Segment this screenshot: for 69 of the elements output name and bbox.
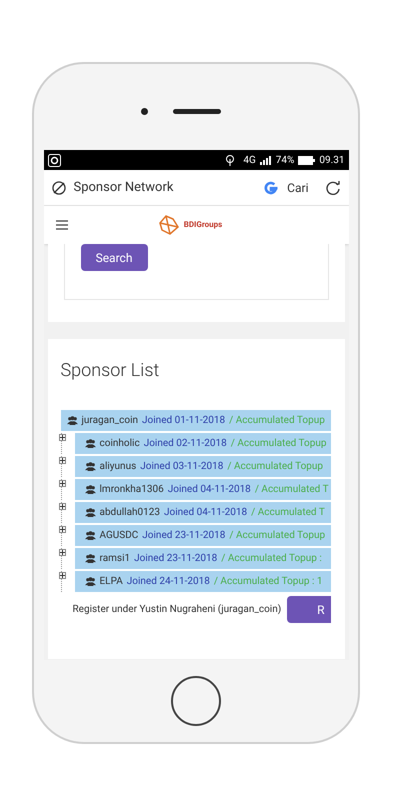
topup-text: / Accumulated Topup : 1 [214,575,323,589]
expand-icon[interactable] [58,457,66,464]
logo-icon [158,214,180,236]
tree-node[interactable]: abdullah0123 Joined 04-11-2018 / Accumulated T [74,502,330,523]
search-button[interactable]: Search [80,244,148,271]
joined-date: Joined 04-11-2018 [164,506,248,520]
joined-date: Joined 24-11-2018 [126,575,210,589]
google-icon[interactable] [263,180,280,196]
topup-text: / Accumulated T [254,483,329,497]
member-name: abdullah0123 [100,506,160,520]
expand-icon[interactable] [58,549,66,556]
joined-date: Joined 03-11-2018 [140,460,224,474]
member-name: ELPA [100,575,123,589]
expand-icon[interactable] [58,526,66,533]
member-name: ramsi1 [100,552,130,566]
topup-text: / Accumulated Topup [229,529,326,543]
reload-icon[interactable] [324,180,340,196]
battery-level: 74% [276,154,294,168]
hotspot-icon [225,154,236,166]
member-name: AGUSDC [100,529,138,543]
users-icon [84,462,96,471]
users-icon [84,531,96,540]
tree-node[interactable]: AGUSDC Joined 23-11-2018 / Accumulated Topup [74,525,330,546]
expand-icon[interactable] [58,434,66,441]
expand-icon[interactable] [58,572,66,579]
users-icon [84,577,96,586]
page-title: Sponsor Network [74,178,174,197]
section-title: Sponsor List [60,359,160,383]
brand-name: BDIGroups [184,219,222,231]
topup-text: / Accumulated Topup [230,437,326,451]
tree-node[interactable]: aliyunus Joined 03-11-2018 / Accumulated Topup [74,456,330,477]
member-name: aliyunus [100,460,136,474]
expand-icon[interactable] [58,480,66,487]
joined-date: Joined 04-11-2018 [168,483,251,497]
menu-icon[interactable] [56,220,68,230]
register-note: Register under Yustin Nugraheni (juragan_coin) [72,603,282,617]
tree-node[interactable]: ramsi1 Joined 23-11-2018 / Accumulated Topup : [74,548,330,569]
home-button[interactable] [171,676,221,726]
tree-node[interactable]: lmronkha1306 Joined 04-11-2018 / Accumulated T [74,479,330,500]
topup-text: / Accumulated Topup [229,414,325,428]
battery-icon [298,156,316,164]
joined-date: Joined 23-11-2018 [142,529,226,543]
tree-node[interactable]: juragan_coin Joined 01-11-2018 / Accumulated Topup [60,410,330,431]
users-icon [84,485,96,494]
register-button[interactable]: R [287,596,330,623]
users-icon [66,416,78,425]
camera-icon [141,108,148,115]
signal-icon [260,156,272,164]
joined-date: Joined 02-11-2018 [144,437,227,451]
speaker-icon [173,109,221,114]
users-icon [84,508,96,517]
member-name: coinholic [100,437,140,451]
users-icon [84,554,96,563]
member-name: lmronkha1306 [100,483,164,497]
network-type: 4G [243,154,256,168]
topup-text: / Accumulated Topup [227,460,324,474]
expand-icon[interactable] [58,503,66,510]
clock: 09.31 [319,154,344,168]
joined-date: Joined 01-11-2018 [142,414,226,428]
users-icon [84,439,96,448]
tree-node[interactable]: ELPA Joined 24-11-2018 / Accumulated Topup : 1 [74,571,330,592]
joined-date: Joined 23-11-2018 [134,552,218,566]
member-name: juragan_coin [82,414,138,428]
tree-node[interactable]: coinholic Joined 02-11-2018 / Accumulated Topup [74,433,330,454]
topup-text: / Accumulated Topup : [221,552,322,566]
search-link[interactable]: Cari [287,178,308,196]
topup-text: / Accumulated T [251,506,325,520]
site-icon [52,180,66,194]
record-icon [48,154,60,166]
